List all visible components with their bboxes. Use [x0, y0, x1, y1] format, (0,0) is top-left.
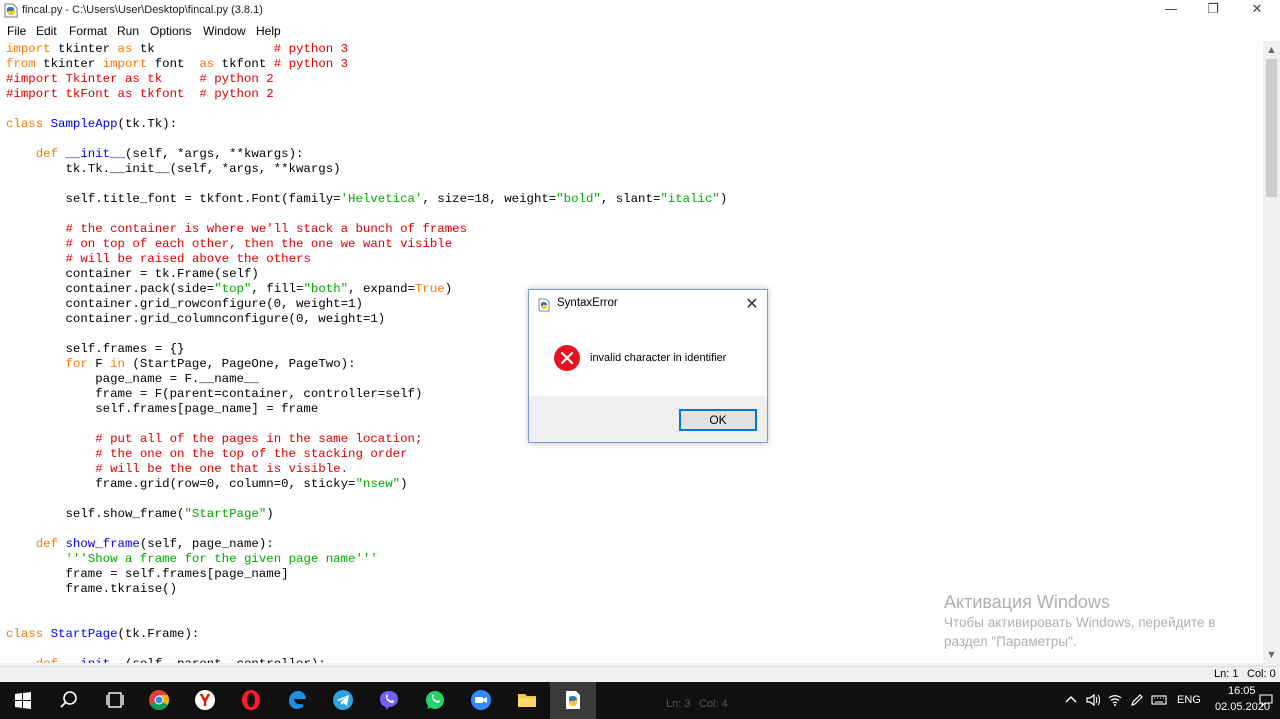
close-window-button[interactable]: ✕	[1234, 0, 1280, 22]
search-icon	[60, 691, 77, 708]
keyboard-icon[interactable]	[1151, 692, 1167, 708]
telegram-icon	[333, 690, 353, 710]
status-col: Col: 0	[1247, 668, 1276, 680]
chevron-up-icon[interactable]	[1063, 692, 1079, 708]
window-title: fincal.py - C:\Users\User\Desktop\fincal…	[22, 4, 263, 16]
status-line: Ln: 1	[1214, 668, 1239, 680]
error-icon	[554, 345, 580, 371]
clock-time[interactable]: 16:05	[1228, 685, 1256, 697]
menu-edit[interactable]: Edit	[36, 24, 57, 38]
scroll-down-icon[interactable]: ▼	[1263, 646, 1280, 663]
menu-options[interactable]: Options	[150, 24, 191, 38]
python-feather-icon	[538, 298, 550, 312]
chrome-icon	[149, 690, 170, 711]
taskbar-viber[interactable]	[366, 682, 412, 719]
menu-file[interactable]: File	[7, 24, 26, 38]
whatsapp-icon	[426, 691, 444, 709]
volume-icon[interactable]	[1085, 692, 1101, 708]
taskbar-python-idle[interactable]	[550, 682, 596, 719]
zoom-icon	[471, 690, 491, 710]
windows-logo-icon	[15, 692, 31, 709]
dialog-title: SyntaxError	[557, 297, 618, 309]
dialog-footer: OK	[529, 396, 767, 442]
taskbar-telegram[interactable]	[320, 682, 366, 719]
ghost-status-line: Ln: 3	[666, 698, 691, 710]
menu-run[interactable]: Run	[117, 24, 139, 38]
menu-format[interactable]: Format	[69, 24, 107, 38]
network-icon[interactable]	[1107, 692, 1123, 708]
edge-icon	[289, 691, 306, 709]
taskbar-opera[interactable]	[228, 682, 274, 719]
search-button[interactable]	[46, 682, 92, 719]
title-bar: fincal.py - C:\Users\User\Desktop\fincal…	[0, 0, 1280, 22]
start-button[interactable]	[0, 682, 46, 719]
python-file-icon	[4, 3, 18, 18]
ghost-status-col: Col: 4	[699, 698, 728, 710]
dialog-message: invalid character in identifier	[590, 352, 727, 364]
syntax-error-dialog: SyntaxError ✕ invalid character in ident…	[528, 289, 768, 443]
notifications-icon[interactable]	[1258, 692, 1274, 708]
python-idle-icon	[566, 691, 580, 709]
dialog-close-icon[interactable]: ✕	[741, 294, 763, 314]
folder-icon	[518, 694, 536, 707]
task-view-icon	[106, 692, 124, 708]
activation-watermark-title: Активация Windows	[944, 592, 1110, 612]
yandex-browser-icon	[195, 690, 215, 710]
taskbar-explorer[interactable]	[504, 682, 550, 719]
opera-icon	[242, 690, 260, 710]
ok-button[interactable]: OK	[679, 409, 757, 431]
taskbar-edge[interactable]	[274, 682, 320, 719]
viber-icon	[380, 691, 398, 710]
taskbar-yandex[interactable]	[182, 682, 228, 719]
menu-help[interactable]: Help	[256, 24, 281, 38]
scroll-up-icon[interactable]: ▲	[1263, 41, 1280, 58]
activation-watermark-line2: раздел "Параметры".	[944, 634, 1077, 649]
menu-window[interactable]: Window	[203, 24, 246, 38]
task-view-button[interactable]	[92, 682, 138, 719]
scrollbar-thumb[interactable]	[1266, 59, 1277, 197]
vertical-scrollbar[interactable]: ▲ ▼	[1263, 41, 1280, 663]
taskbar-whatsapp[interactable]	[412, 682, 458, 719]
maximize-button[interactable]: ❐	[1190, 0, 1236, 22]
menu-bar: File Edit Format Run Options Window Help	[0, 22, 1280, 41]
language-indicator[interactable]: ENG	[1177, 694, 1201, 706]
taskbar-zoom[interactable]	[458, 682, 504, 719]
status-bar: Ln: 1 Col: 0	[0, 666, 1280, 683]
pen-icon[interactable]	[1129, 692, 1145, 708]
minimize-button[interactable]: —	[1148, 0, 1194, 22]
dialog-body: invalid character in identifier	[529, 320, 767, 396]
taskbar: Ln: 3 Col: 4 ENG 16:05 02.05.2020	[0, 682, 1280, 719]
activation-watermark-line1: Чтобы активировать Windows, перейдите в	[944, 615, 1216, 630]
taskbar-chrome[interactable]	[136, 682, 182, 719]
